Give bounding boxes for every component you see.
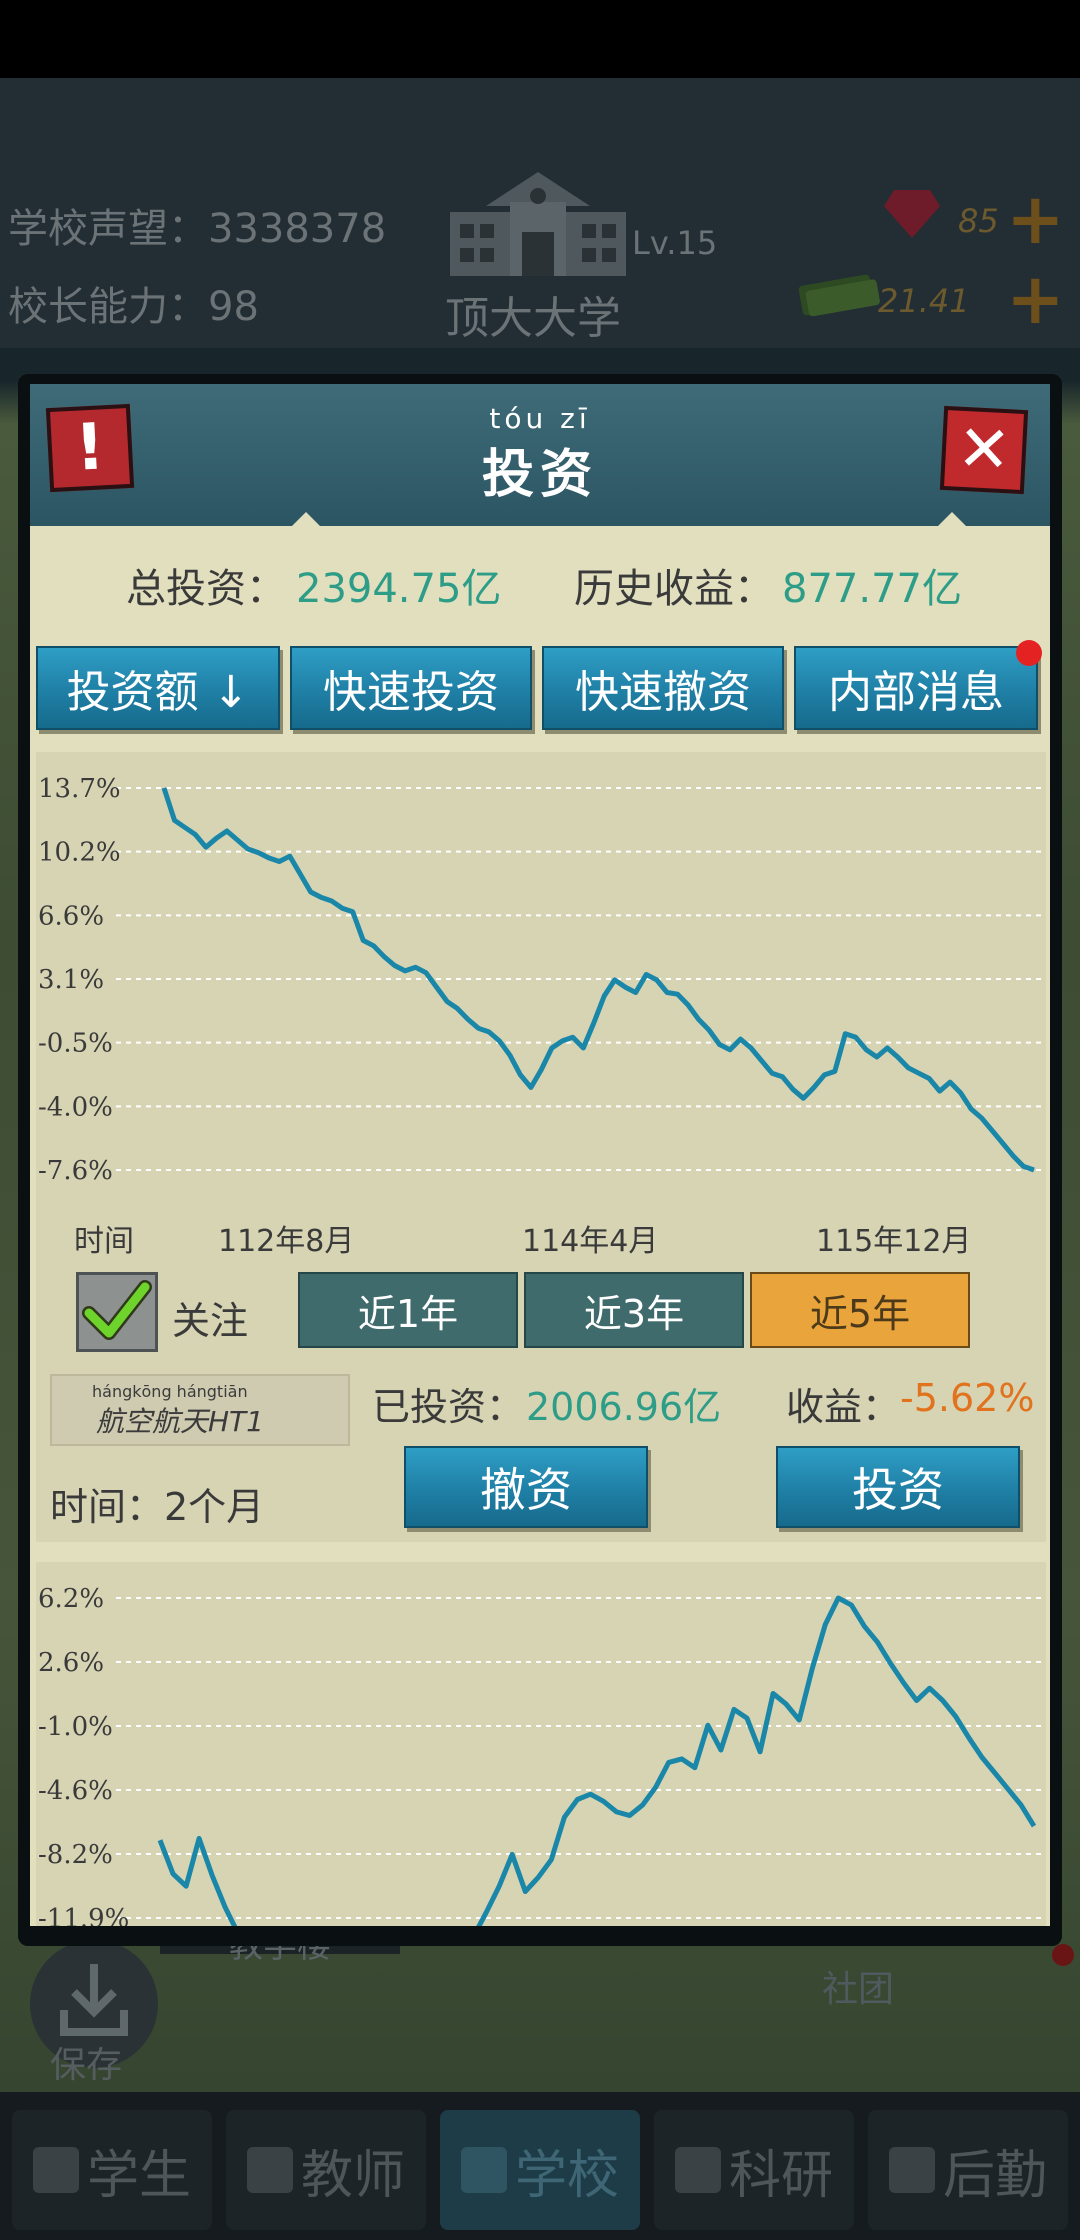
history-return-label: 历史收益： [574, 566, 774, 612]
add-gem-button[interactable]: + [1006, 184, 1065, 254]
close-button[interactable]: ✕ [939, 405, 1029, 495]
y-tick-label: -11.9% [38, 1904, 129, 1926]
school-name: 顶大大学 [445, 293, 621, 344]
nav-tab-label: 学校 [514, 2145, 619, 2206]
nav-tab-logistics[interactable]: 后勤 [868, 2110, 1068, 2230]
nav-tab-label: 学生 [86, 2145, 191, 2206]
y-tick-label: 13.7% [38, 774, 121, 804]
invested-label: 已投资： [372, 1385, 525, 1429]
quick-invest-button[interactable]: 快速投资 [290, 646, 532, 730]
return-value: -5.62% [900, 1376, 1035, 1420]
notification-dot [1016, 640, 1042, 666]
y-tick-label: -7.6% [38, 1156, 113, 1186]
y-tick-label: 2.6% [38, 1648, 104, 1678]
insider-news-button[interactable]: 内部消息 [794, 646, 1038, 730]
nav-tab-label: 后勤 [942, 2145, 1047, 2206]
holding-time: 时间：2个月 [50, 1485, 265, 1529]
range-5y-button[interactable]: 近5年 [750, 1272, 970, 1348]
nav-tab-label: 教师 [300, 2145, 405, 2206]
price-chart: 13.7% 10.2% 6.6% 3.1% -0.5% -4.0% -7.6% [38, 774, 1042, 1186]
flask-icon [674, 2147, 721, 2193]
quick-withdraw-button[interactable]: 快速撤资 [542, 646, 784, 730]
x-tick-label: 114年4月 [522, 1224, 659, 1259]
y-tick-label: 6.6% [38, 901, 104, 931]
close-icon: ✕ [955, 411, 1013, 489]
money-count: 21.41 [878, 282, 970, 320]
club-notification-dot [1052, 1944, 1074, 1966]
gem-count: 85 [958, 202, 999, 240]
header-notch-left [292, 512, 320, 526]
y-tick-label: -4.0% [38, 1092, 113, 1122]
x-tick-label: 112年8月 [218, 1224, 355, 1259]
total-investment-value: 2394.75亿 [296, 566, 502, 612]
nav-tab-students[interactable]: 学生 [12, 2110, 212, 2230]
nav-tab-research[interactable]: 科研 [654, 2110, 854, 2230]
second-stock-panel: 6.2% 2.6% -1.0% -4.6% -8.2% -11.9% [36, 1562, 1046, 1926]
school-reputation: 学校声望：3338378 [8, 206, 387, 252]
y-tick-label: -4.6% [38, 1776, 113, 1806]
teacher-icon [246, 2147, 293, 2193]
clipboard-icon [888, 2147, 935, 2193]
follow-label: 关注 [172, 1299, 249, 1343]
follow-checkbox[interactable] [76, 1272, 158, 1352]
return-label: 收益： [786, 1385, 901, 1429]
principal-ability: 校长能力：98 [8, 284, 259, 330]
add-money-button[interactable]: + [1006, 264, 1065, 334]
gem-icon [884, 190, 940, 238]
nav-tab-label: 科研 [728, 2145, 833, 2206]
exclamation-icon: ! [73, 410, 107, 486]
invested-value: 2006.96亿 [526, 1385, 722, 1429]
student-icon [32, 2147, 79, 2193]
range-3y-button[interactable]: 近3年 [524, 1272, 744, 1348]
invest-button[interactable]: 投资 [776, 1446, 1020, 1528]
school-icon [460, 2147, 507, 2193]
price-line [157, 1595, 1037, 1926]
nav-tab-teachers[interactable]: 教师 [226, 2110, 426, 2230]
x-tick-label: 115年12月 [816, 1224, 972, 1259]
history-return-value: 877.77亿 [782, 566, 962, 612]
nav-tab-school[interactable]: 学校 [440, 2110, 640, 2230]
withdraw-button[interactable]: 撤资 [404, 1446, 648, 1528]
school-building-icon [450, 172, 626, 276]
stock-pinyin: hángkōng hángtiān [92, 1382, 248, 1401]
range-1y-button[interactable]: 近1年 [298, 1272, 518, 1348]
y-tick-label: 6.2% [38, 1584, 104, 1614]
money-icon [798, 274, 880, 316]
y-tick-label: -8.2% [38, 1840, 113, 1870]
y-tick-label: 3.1% [38, 965, 104, 995]
stock-name: 航空航天HT1 [96, 1405, 264, 1438]
x-axis-label: 时间 [74, 1224, 134, 1259]
checkmark-icon [82, 1280, 152, 1340]
modal-title: 投资 [481, 445, 598, 505]
club-label[interactable]: 社团 [822, 1960, 894, 2012]
y-tick-label: 10.2% [38, 838, 121, 868]
investment-amount-button[interactable]: 投资额 ↓ [36, 646, 280, 730]
y-tick-label: -1.0% [38, 1712, 113, 1742]
title-pinyin: tóu zī [489, 402, 591, 435]
total-investment-label: 总投资： [126, 566, 286, 612]
price-chart-2: 6.2% 2.6% -1.0% -4.6% -8.2% -11.9% [38, 1584, 1042, 1926]
y-tick-label: -0.5% [38, 1029, 113, 1059]
alert-button[interactable]: ! [45, 403, 135, 493]
header-notch-right [938, 512, 966, 526]
save-label: 保存 [50, 2045, 123, 2086]
school-level: Lv.15 [632, 224, 718, 262]
